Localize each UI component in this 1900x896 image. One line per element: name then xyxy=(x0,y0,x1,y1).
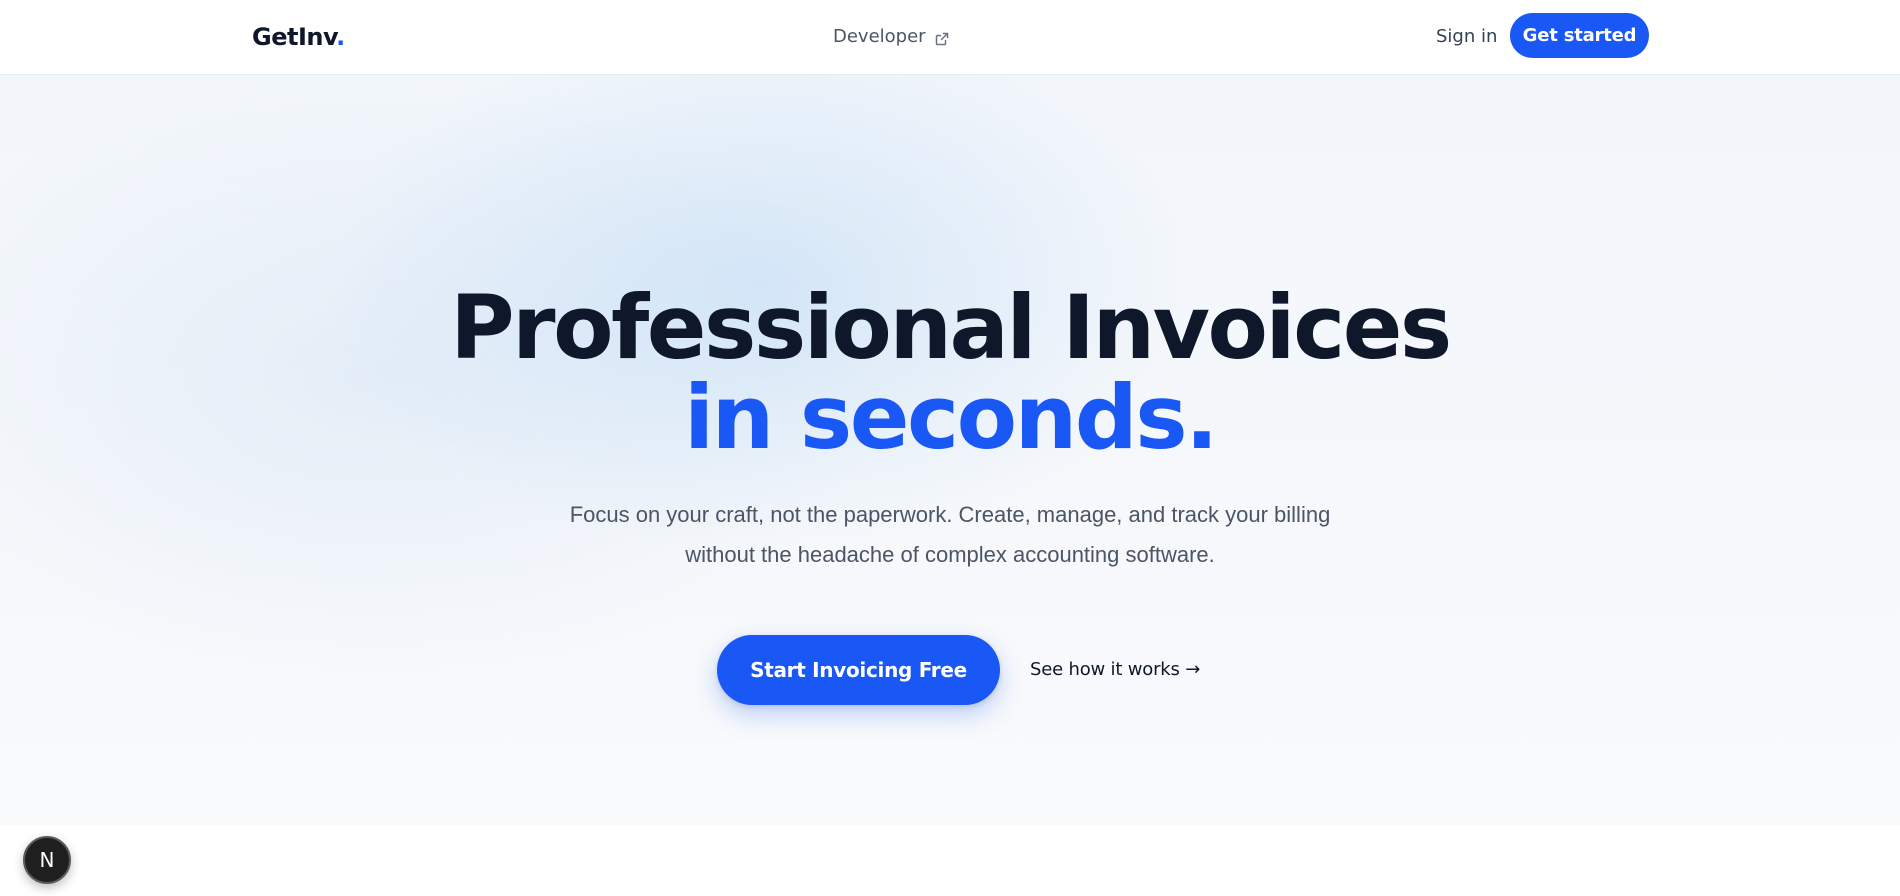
framework-badge-button[interactable]: N xyxy=(23,836,71,884)
logo[interactable]: GetInv. xyxy=(252,22,345,52)
site-header: GetInv. Developer Sign in Get started xyxy=(0,0,1900,75)
see-how-it-works-link[interactable]: See how it works → xyxy=(1030,656,1200,684)
developer-link[interactable]: Developer xyxy=(833,24,950,50)
header-inner: GetInv. Developer Sign in Get started xyxy=(0,0,1900,75)
hero-section: Professional Invoices in seconds. Focus … xyxy=(0,75,1900,825)
get-started-button[interactable]: Get started xyxy=(1510,13,1649,58)
page: GetInv. Developer Sign in Get started Pr… xyxy=(0,0,1900,896)
logo-text: GetInv xyxy=(252,23,337,51)
hero-subtext-line1: Focus on your craft, not the paperwork. … xyxy=(569,502,1331,527)
n-logo-icon: N xyxy=(39,848,55,872)
developer-link-label: Developer xyxy=(833,26,926,47)
hero-headline-line1: Professional Invoices xyxy=(450,276,1452,379)
hero-headline-line2: in seconds. xyxy=(683,366,1219,469)
external-link-icon xyxy=(934,29,950,46)
start-invoicing-button[interactable]: Start Invoicing Free xyxy=(717,635,1000,705)
sign-in-link[interactable]: Sign in xyxy=(1436,24,1497,50)
logo-dot: . xyxy=(336,23,345,51)
hero-subtext-line2: without the headache of complex accounti… xyxy=(685,542,1215,567)
